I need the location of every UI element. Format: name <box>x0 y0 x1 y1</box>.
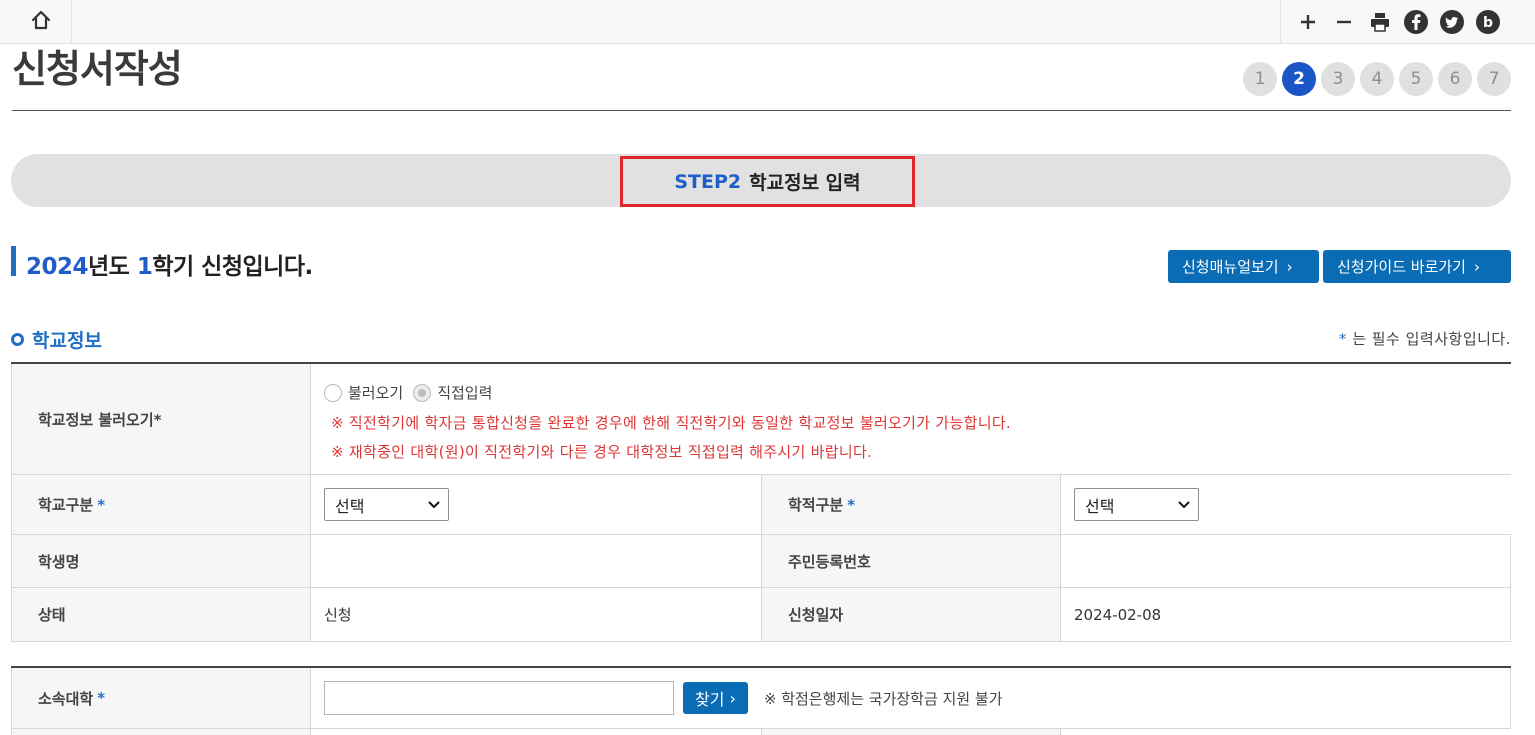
table-row: 상태 신청 신청일자 2024-02-08 <box>11 588 1511 642</box>
radio-load[interactable] <box>324 383 342 402</box>
semester-term-suffix: 학기 신청입니다. <box>152 254 313 280</box>
rrn-value <box>1061 535 1511 587</box>
step-4: 4 <box>1360 62 1394 96</box>
university-label: 소속대학 * <box>11 668 311 728</box>
minus-icon <box>1337 20 1351 24</box>
page-title: 신청서작성 <box>12 47 183 91</box>
semester-heading: 2024년도 1학기 신청입니다. <box>26 247 313 281</box>
step-title: 학교정보 입력 <box>749 172 861 194</box>
enroll-type-select[interactable]: 선택 <box>1074 488 1199 521</box>
guide-button[interactable]: 신청가이드 바로가기 › <box>1323 250 1511 283</box>
chevron-right-icon: › <box>1286 257 1293 276</box>
university-label-text: 소속대학 <box>38 689 94 708</box>
facebook-share-button[interactable] <box>1403 9 1429 35</box>
rrn-label: 주민등록번호 <box>761 535 1061 587</box>
chevron-right-icon: › <box>729 688 736 708</box>
find-university-button[interactable]: 찾기 › <box>683 682 748 714</box>
toolbar: b <box>1280 0 1535 44</box>
enroll-type-label: 학적구분 * <box>761 475 1061 534</box>
step-5: 5 <box>1399 62 1433 96</box>
step-7: 7 <box>1477 62 1511 96</box>
title-divider <box>12 110 1511 111</box>
guide-button-label: 신청가이드 바로가기 <box>1337 258 1466 276</box>
next-row-label-2 <box>761 729 1061 735</box>
load-radio-group: 불러오기 직접입력 <box>324 382 502 403</box>
facebook-icon <box>1404 10 1428 34</box>
manual-button-label: 신청매뉴얼보기 <box>1182 258 1279 276</box>
step-2-active: 2 <box>1282 62 1316 96</box>
warning-text-1: ※ 직전학기에 학자금 통합신청을 완료한 경우에 한해 직전학기와 동일한 학… <box>331 414 1011 432</box>
heading-accent-bar <box>11 246 16 276</box>
warning-text-2: ※ 재학중인 대학(원)이 직전학기와 다른 경우 대학정보 직접입력 해주시기… <box>331 443 873 461</box>
twitter-share-button[interactable] <box>1439 9 1465 35</box>
university-table: 소속대학 * 찾기 › ※ 학점은행제는 국가장학금 지원 불가 <box>11 666 1511 735</box>
enroll-type-select-value: 선택 <box>1085 496 1115 516</box>
table-row: 학교정보 불러오기* 불러오기 직접입력 ※ 직전학기에 학자금 통합신청을 완… <box>11 364 1511 475</box>
blog-share-button[interactable]: b <box>1475 9 1501 35</box>
radio-direct-label: 직접입력 <box>437 384 493 402</box>
top-bar: b <box>0 0 1535 44</box>
required-note-text: 는 필수 입력사항입니다. <box>1346 330 1511 348</box>
status-label: 상태 <box>11 588 311 641</box>
manual-button[interactable]: 신청매뉴얼보기 › <box>1168 250 1319 283</box>
table-row: 소속대학 * 찾기 › ※ 학점은행제는 국가장학금 지원 불가 <box>11 668 1511 729</box>
step-indicator: 1 2 3 4 5 6 7 <box>1243 62 1511 96</box>
school-type-label-text: 학교구분 <box>38 496 94 514</box>
chevron-right-icon: › <box>1473 257 1480 276</box>
twitter-icon <box>1440 10 1464 34</box>
blog-icon: b <box>1476 10 1500 34</box>
zoom-out-button[interactable] <box>1331 9 1357 35</box>
enroll-type-label-text: 학적구분 <box>788 496 844 514</box>
semester-year: 2024 <box>26 254 89 280</box>
university-cell: 찾기 › ※ 학점은행제는 국가장학금 지원 불가 <box>311 668 1511 728</box>
semester-term: 1 <box>136 254 153 280</box>
zoom-in-button[interactable] <box>1295 9 1321 35</box>
school-type-select-value: 선택 <box>335 496 365 516</box>
table-row: 학교구분 * 선택 학적구분 * 선택 <box>11 475 1511 535</box>
next-row-label <box>11 729 311 735</box>
table-row <box>11 729 1511 735</box>
chevron-down-icon <box>428 501 440 509</box>
school-type-label: 학교구분 * <box>11 475 311 534</box>
semester-year-suffix: 년도 <box>88 254 137 280</box>
required-star: * <box>97 689 106 707</box>
credit-bank-note: ※ 학점은행제는 국가장학금 지원 불가 <box>763 689 1003 708</box>
status-value: 신청 <box>324 606 352 624</box>
school-type-select[interactable]: 선택 <box>324 488 449 521</box>
step-banner-highlight: STEP2 학교정보 입력 <box>620 156 915 207</box>
step-number: STEP2 <box>674 170 742 193</box>
step-3: 3 <box>1321 62 1355 96</box>
student-name-label: 학생명 <box>11 535 311 587</box>
student-name-value <box>311 535 761 587</box>
plus-icon <box>1301 15 1315 29</box>
step-1: 1 <box>1243 62 1277 96</box>
print-button[interactable] <box>1367 9 1393 35</box>
radio-load-label: 불러오기 <box>348 384 404 402</box>
print-icon <box>1371 13 1389 32</box>
home-icon <box>31 10 51 30</box>
section-bullet-icon <box>11 333 24 346</box>
school-type-cell: 선택 <box>311 475 761 534</box>
required-star: * <box>1338 330 1347 348</box>
radio-direct-input[interactable] <box>413 383 432 402</box>
load-school-info-label: 학교정보 불러오기* <box>11 364 311 474</box>
school-info-table: 학교정보 불러오기* 불러오기 직접입력 ※ 직전학기에 학자금 통합신청을 완… <box>11 362 1511 642</box>
find-button-label: 찾기 <box>695 690 725 709</box>
section-title: 학교정보 <box>32 330 102 352</box>
table-row: 학생명 주민등록번호 <box>11 535 1511 588</box>
required-note: * 는 필수 입력사항입니다. <box>1339 328 1511 349</box>
required-star: * <box>97 495 106 514</box>
apply-date-value: 2024-02-08 <box>1061 588 1511 641</box>
svg-text:b: b <box>1483 15 1493 31</box>
required-star: * <box>847 495 856 514</box>
university-input[interactable] <box>324 681 674 715</box>
apply-date-label: 신청일자 <box>761 588 1061 641</box>
chevron-down-icon <box>1178 501 1190 509</box>
enroll-type-cell: 선택 <box>1061 475 1511 534</box>
step-6: 6 <box>1438 62 1472 96</box>
